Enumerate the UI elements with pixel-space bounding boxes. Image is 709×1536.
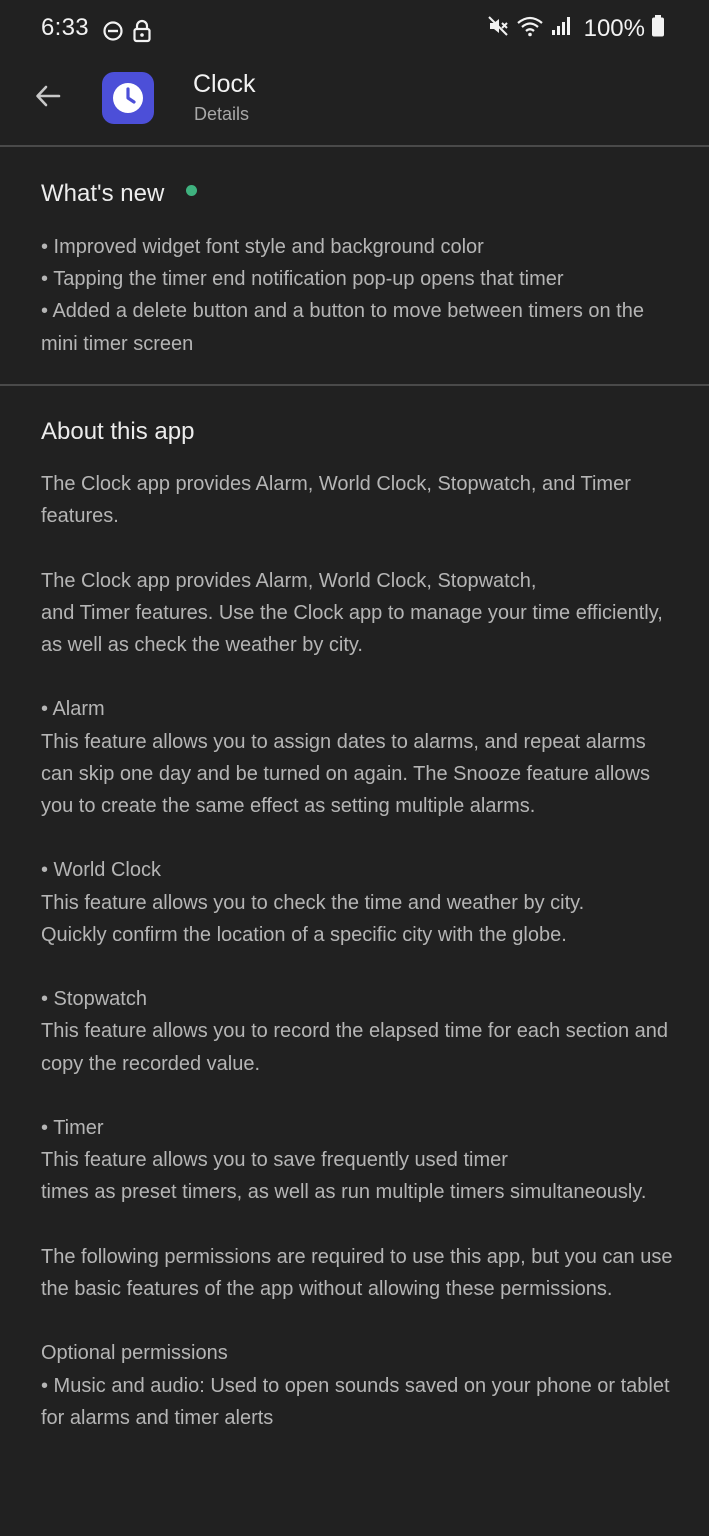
- status-bar: 6:33 100%: [0, 0, 709, 64]
- clock-app-icon: [102, 72, 154, 124]
- arrow-left-icon: [33, 81, 63, 116]
- whats-new-title: What's new: [41, 180, 198, 208]
- new-indicator-dot: [186, 185, 198, 196]
- lock-icon: [132, 19, 152, 48]
- battery-icon: [651, 14, 665, 43]
- signal-icon: [550, 15, 572, 42]
- status-right: 100%: [486, 14, 665, 43]
- about-title: About this app: [41, 418, 195, 445]
- app-title: Clock: [193, 70, 256, 98]
- mute-icon: [486, 14, 510, 43]
- whats-new-title-text: What's new: [41, 180, 165, 207]
- status-left-icons: [102, 19, 152, 48]
- app-header: Clock Details: [0, 64, 709, 146]
- back-button[interactable]: [28, 78, 68, 118]
- wifi-icon: [516, 14, 544, 43]
- whats-new-text: • Improved widget font style and backgro…: [41, 236, 644, 355]
- battery-percent: 100%: [583, 14, 645, 42]
- app-subtitle: Details: [194, 104, 250, 124]
- header-divider: [0, 145, 709, 147]
- about-text: The Clock app provides Alarm, World Cloc…: [41, 473, 673, 1429]
- section-divider: [0, 384, 709, 386]
- status-time: 6:33: [41, 14, 89, 41]
- do-not-disturb-icon: [102, 20, 124, 47]
- clock-icon: [113, 83, 143, 113]
